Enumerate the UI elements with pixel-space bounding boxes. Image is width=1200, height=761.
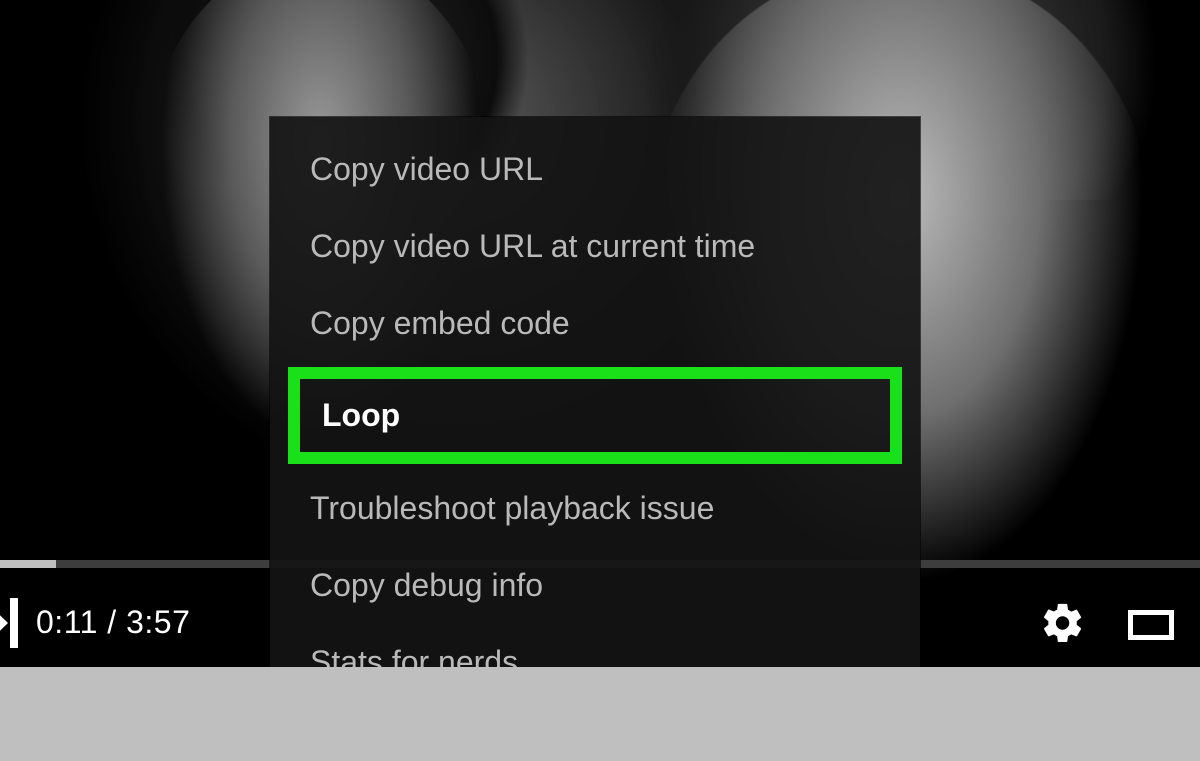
theater-icon — [1128, 610, 1174, 640]
theater-mode-button[interactable] — [1124, 598, 1178, 652]
progress-fill — [0, 560, 56, 568]
menu-item-copy-embed[interactable]: Copy embed code — [270, 285, 920, 362]
page: 0:11 / 3:57 Copy video URL Copy video UR… — [0, 0, 1200, 761]
menu-item-copy-url[interactable]: Copy video URL — [270, 131, 920, 208]
gear-icon — [1040, 600, 1086, 651]
settings-button[interactable] — [1036, 598, 1090, 652]
video-player[interactable]: 0:11 / 3:57 Copy video URL Copy video UR… — [0, 0, 1200, 667]
menu-item-copy-debug[interactable]: Copy debug info — [270, 547, 920, 624]
menu-item-copy-url-time[interactable]: Copy video URL at current time — [270, 208, 920, 285]
context-menu: Copy video URL Copy video URL at current… — [270, 117, 920, 667]
menu-item-stats[interactable]: Stats for nerds — [270, 624, 920, 667]
menu-item-troubleshoot[interactable]: Troubleshoot playback issue — [270, 470, 920, 547]
menu-item-highlight: Loop — [288, 367, 902, 464]
right-controls — [1036, 598, 1178, 652]
menu-item-loop[interactable]: Loop — [300, 379, 890, 452]
time-display: 0:11 / 3:57 — [36, 604, 190, 641]
